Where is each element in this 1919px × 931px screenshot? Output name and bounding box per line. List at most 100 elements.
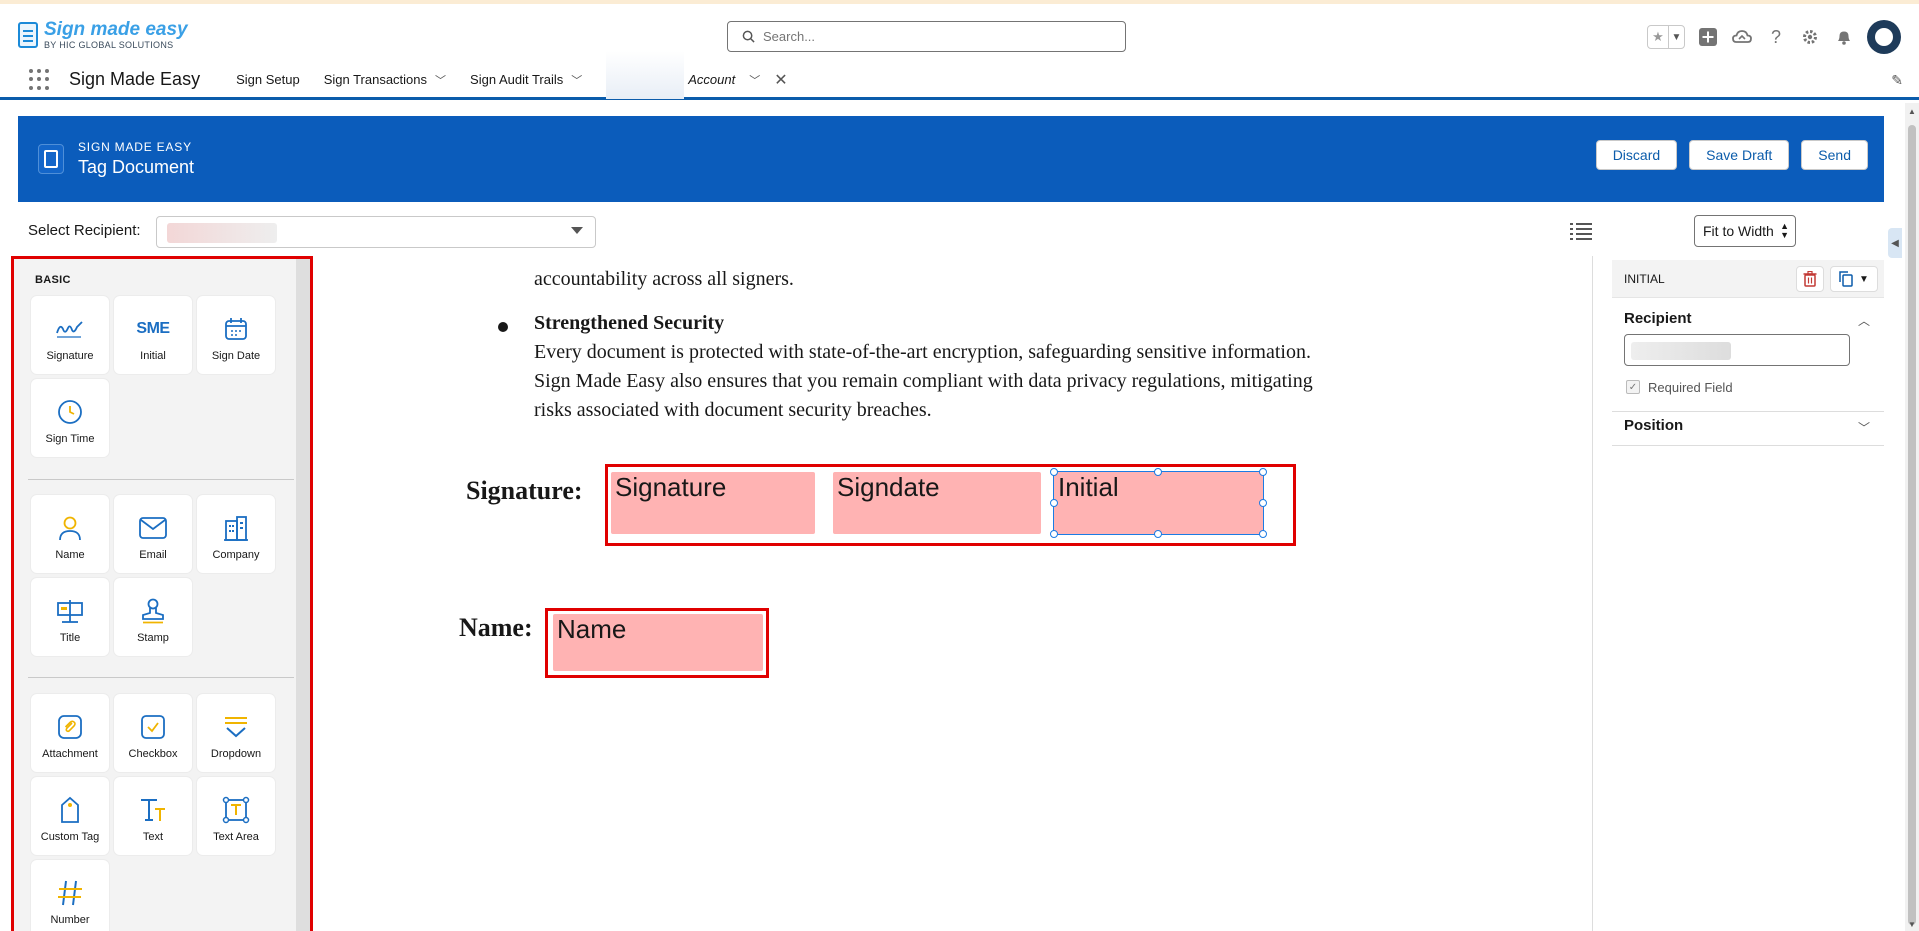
search-icon (742, 30, 755, 43)
section-separator (1612, 411, 1884, 412)
tile-attachment[interactable]: Attachment (31, 694, 109, 772)
send-button[interactable]: Send (1801, 140, 1868, 170)
tile-checkbox[interactable]: Checkbox (114, 694, 192, 772)
nav-tab-account[interactable]: Account ﹀ ✕ (688, 70, 787, 90)
document-canvas[interactable]: accountability across all signers. Stren… (320, 256, 1590, 931)
tile-email[interactable]: Email (114, 495, 192, 573)
resize-handle[interactable] (1259, 530, 1267, 538)
resize-handle[interactable] (1259, 468, 1267, 476)
global-search[interactable] (727, 21, 1126, 52)
app-name: Sign Made Easy (69, 69, 201, 89)
required-field-checkbox[interactable]: ✓ (1626, 380, 1640, 394)
page-scrollbar[interactable]: ▲ ▼ (1905, 103, 1919, 931)
palette-section-title: BASIC (35, 274, 71, 286)
resize-handle[interactable] (1154, 530, 1162, 538)
zoom-fit-select[interactable]: Fit to Width ▲ ▼ (1694, 215, 1796, 247)
chevron-down-icon[interactable]: ﹀ (749, 72, 760, 88)
dropdown-icon (221, 712, 251, 742)
logo-document-icon (18, 22, 38, 48)
notifications-bell-icon[interactable] (1833, 26, 1855, 48)
chevron-down-icon[interactable]: ﹀ (1858, 419, 1870, 436)
tile-sign-time[interactable]: Sign Time (31, 379, 109, 457)
nav-tab-blurred[interactable] (606, 50, 685, 99)
avatar-face-icon (1875, 28, 1893, 46)
resize-handle[interactable] (1050, 530, 1058, 538)
copy-field-button[interactable]: ▼ (1830, 266, 1878, 292)
name-field-label: Name: (459, 613, 533, 642)
text-area-icon (221, 795, 251, 825)
nav-item-sign-audit-trails[interactable]: Sign Audit Trails ﹀ (470, 72, 582, 88)
chevron-down-icon[interactable]: ▼ (1859, 274, 1869, 285)
close-tab-icon[interactable]: ✕ (774, 70, 787, 90)
recipient-field-input[interactable] (1624, 334, 1850, 366)
clock-icon (55, 397, 85, 427)
signdate-tag[interactable]: Signdate (833, 472, 1041, 534)
tag-icon (55, 795, 85, 825)
search-input[interactable] (763, 29, 1093, 44)
nav-item-sign-transactions[interactable]: Sign Transactions ﹀ (324, 72, 446, 88)
save-draft-button[interactable]: Save Draft (1689, 140, 1790, 170)
stamp-icon (138, 596, 168, 626)
recipient-label: Select Recipient: (28, 222, 141, 239)
panel-divider (1592, 256, 1593, 931)
settings-gear-icon[interactable] (1799, 26, 1821, 48)
recipient-section-title[interactable]: Recipient (1624, 310, 1692, 327)
tile-initial[interactable]: SME Initial (114, 296, 192, 374)
discard-button[interactable]: Discard (1595, 140, 1678, 170)
calendar-icon (221, 314, 251, 344)
favorites-dropdown-icon[interactable]: ▼ (1668, 26, 1684, 48)
chevron-down-icon[interactable]: ﹀ (435, 72, 446, 88)
app-launcher-icon[interactable] (29, 68, 51, 91)
title-badge-icon (55, 596, 85, 626)
delete-field-button[interactable] (1796, 266, 1824, 292)
global-header: Sign made easy BY HIC GLOBAL SOLUTIONS ★… (0, 4, 1919, 66)
trailhead-cloud-icon[interactable] (1731, 26, 1753, 48)
name-tag[interactable]: Name (553, 614, 763, 671)
initial-sme-icon: SME (136, 320, 170, 337)
tile-custom-tag[interactable]: Custom Tag (31, 777, 109, 855)
resize-handle[interactable] (1050, 499, 1058, 507)
palette-scrollbar[interactable] (296, 259, 310, 931)
field-palette: BASIC Signature SME Initial Sign Date Si… (11, 256, 313, 931)
tile-name[interactable]: Name (31, 495, 109, 573)
tile-company[interactable]: Company (197, 495, 275, 573)
tile-signature[interactable]: Signature (31, 296, 109, 374)
panel-collapse-icon[interactable]: ◀ (1888, 228, 1902, 258)
scrollbar-thumb[interactable] (1908, 125, 1916, 925)
document-text-line: accountability across all signers. (534, 268, 794, 290)
tile-text-area[interactable]: Text Area (197, 777, 275, 855)
resize-handle[interactable] (1154, 468, 1162, 476)
dropdown-caret-icon[interactable] (571, 227, 583, 234)
signature-tag[interactable]: Signature (611, 472, 815, 534)
resize-handle[interactable] (1259, 499, 1267, 507)
favorite-star-icon[interactable]: ★ (1648, 26, 1668, 48)
recipient-select[interactable] (156, 216, 596, 248)
tile-text[interactable]: Text (114, 777, 192, 855)
field-list-icon[interactable] (1570, 222, 1592, 240)
tile-dropdown[interactable]: Dropdown (197, 694, 275, 772)
select-arrows-icon: ▲ ▼ (1780, 221, 1789, 240)
attachment-icon (55, 712, 85, 742)
edit-nav-pencil-icon[interactable]: ✎ (1891, 72, 1903, 89)
envelope-icon (138, 513, 168, 543)
nav-item-sign-setup[interactable]: Sign Setup (236, 72, 300, 87)
tile-title[interactable]: Title (31, 578, 109, 656)
scroll-up-icon[interactable]: ▲ (1908, 107, 1916, 116)
tile-stamp[interactable]: Stamp (114, 578, 192, 656)
required-field-label: Required Field (1648, 380, 1733, 395)
app-logo[interactable]: Sign made easy BY HIC GLOBAL SOLUTIONS (18, 20, 188, 50)
chevron-up-icon[interactable]: ︿ (1858, 312, 1870, 329)
tile-sign-date[interactable]: Sign Date (197, 296, 275, 374)
user-avatar[interactable] (1867, 20, 1901, 54)
tile-number[interactable]: Number (31, 860, 109, 931)
scroll-down-icon[interactable]: ▼ (1908, 920, 1916, 929)
help-icon[interactable]: ? (1765, 26, 1787, 48)
resize-handle[interactable] (1050, 468, 1058, 476)
trash-icon (1803, 271, 1817, 287)
initial-tag-selected[interactable]: Initial (1053, 471, 1264, 535)
document-bullet-heading: Strengthened Security (534, 312, 725, 334)
position-section-title[interactable]: Position (1624, 417, 1683, 434)
banner-actions: Discard Save Draft Send (1595, 140, 1868, 170)
global-create-icon[interactable] (1697, 26, 1719, 48)
chevron-down-icon[interactable]: ﹀ (571, 72, 582, 88)
